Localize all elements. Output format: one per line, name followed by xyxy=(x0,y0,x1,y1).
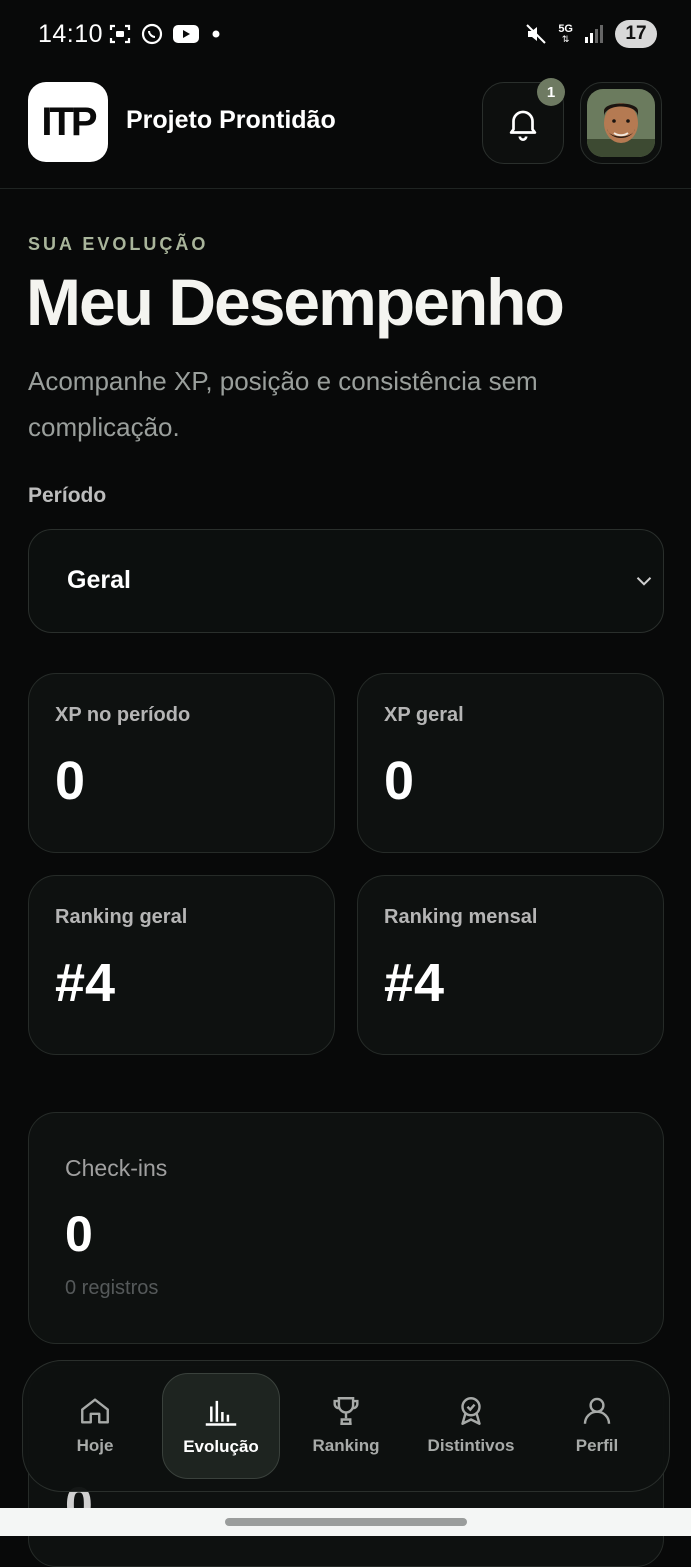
whatsapp-icon xyxy=(141,23,163,45)
period-label: Período xyxy=(28,484,107,507)
chevron-down-icon xyxy=(636,577,652,586)
app-header: ITP Projeto Prontidão 1 xyxy=(0,72,691,189)
stat-value: 0 xyxy=(384,751,415,811)
nav-item-evolucao[interactable]: Evolução xyxy=(162,1373,280,1479)
youtube-icon xyxy=(173,25,199,43)
trophy-icon xyxy=(333,1397,359,1425)
screenshot-icon xyxy=(109,24,131,44)
chart-icon xyxy=(205,1400,237,1426)
page-title: Meu Desempenho xyxy=(26,265,565,339)
status-time: 14:10 xyxy=(38,20,104,48)
profile-avatar-button[interactable] xyxy=(580,82,662,164)
stat-value: 0 xyxy=(55,751,86,811)
section-eyebrow: SUA EVOLUÇÃO xyxy=(28,234,209,254)
signal-icon xyxy=(585,25,603,43)
bell-icon xyxy=(509,110,537,141)
app-title: Projeto Prontidão xyxy=(126,106,336,134)
nav-label: Evolução xyxy=(183,1437,259,1456)
status-bar: 14:10 5G ⇅ 17 xyxy=(0,0,691,72)
nav-item-ranking[interactable]: Ranking xyxy=(288,1373,404,1477)
stat-card-xp-total: XP geral 0 xyxy=(357,673,664,853)
checkins-card: Check-ins 0 0 registros xyxy=(28,1112,664,1344)
stat-label: XP geral xyxy=(384,704,464,726)
checkins-subtext: 0 registros xyxy=(65,1277,159,1299)
status-icons-right: 5G ⇅ 17 xyxy=(524,20,657,48)
network-5g-icon: 5G ⇅ xyxy=(558,23,573,44)
checkins-label: Check-ins xyxy=(65,1155,168,1181)
period-select[interactable]: Geral xyxy=(28,529,664,633)
user-icon xyxy=(583,1397,611,1424)
battery-icon: 17 xyxy=(615,20,657,48)
mute-icon xyxy=(526,24,547,44)
stat-value: #4 xyxy=(55,953,116,1013)
nav-item-perfil[interactable]: Perfil xyxy=(539,1373,655,1477)
home-icon xyxy=(81,1398,109,1424)
dot-icon xyxy=(212,30,220,38)
home-indicator[interactable] xyxy=(225,1518,467,1526)
period-selected-value: Geral xyxy=(67,566,131,594)
app-logo[interactable]: ITP xyxy=(28,82,108,162)
stat-label: XP no período xyxy=(55,704,191,726)
stat-label: Ranking mensal xyxy=(384,906,538,928)
page-subtitle: Acompanhe XP, posição e consistência sem… xyxy=(28,366,538,442)
stat-card-ranking-monthly: Ranking mensal #4 xyxy=(357,875,664,1055)
status-icons-left xyxy=(108,22,224,46)
bottom-navigation: Hoje Evolução Ranking Distintivos Perfil xyxy=(22,1360,670,1492)
nav-label: Perfil xyxy=(575,1436,619,1455)
nav-item-hoje[interactable]: Hoje xyxy=(37,1373,153,1477)
stat-label: Ranking geral xyxy=(55,906,188,928)
nav-item-distintivos[interactable]: Distintivos xyxy=(413,1373,529,1477)
stat-card-ranking-general: Ranking geral #4 xyxy=(28,875,335,1055)
nav-label: Ranking xyxy=(312,1436,380,1455)
avatar xyxy=(587,89,655,157)
stat-value: #4 xyxy=(384,953,445,1013)
badge-icon xyxy=(461,1397,481,1425)
stat-card-xp-period: XP no período 0 xyxy=(28,673,335,853)
notification-badge: 1 xyxy=(537,78,565,106)
checkins-value: 0 xyxy=(65,1206,93,1262)
logo-text: ITP xyxy=(41,99,97,144)
nav-label: Distintivos xyxy=(427,1436,515,1455)
nav-label: Hoje xyxy=(76,1436,114,1455)
system-gesture-area xyxy=(0,1508,691,1536)
